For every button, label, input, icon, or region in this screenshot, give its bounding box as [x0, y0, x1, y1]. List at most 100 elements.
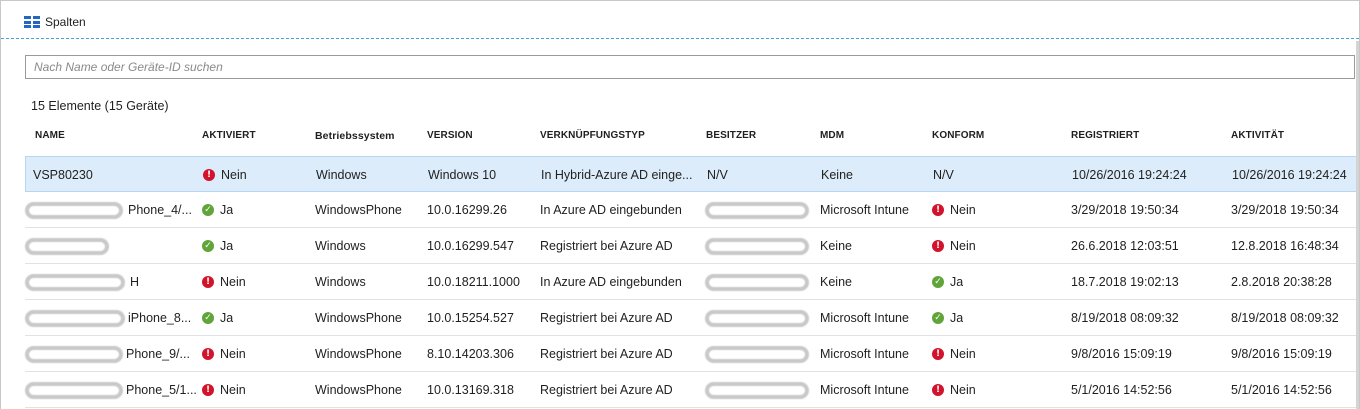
- compliance-status-label: Nein: [950, 383, 976, 397]
- enabled-status-label: Nein: [220, 383, 246, 397]
- error-icon: !: [202, 276, 214, 288]
- checkmark-icon: ✓: [202, 204, 214, 216]
- mdm: Microsoft Intune: [820, 383, 909, 397]
- enabled-status: ! Nein: [203, 157, 247, 193]
- activity-date: 8/19/2018 08:09:32: [1231, 311, 1339, 325]
- redacted-owner: [705, 274, 809, 291]
- vertical-scrollbar[interactable]: [1356, 41, 1359, 409]
- redacted-owner: [705, 238, 809, 255]
- enabled-status: ! Nein: [202, 264, 246, 300]
- table-row[interactable]: H! Nein Windows 10.0.18211.1000 In Azure AD …: [25, 264, 1359, 300]
- columns-button[interactable]: Spalten: [24, 14, 86, 30]
- column-header-join-type[interactable]: VERKNÜPFUNGSTYP: [540, 130, 645, 141]
- device-list-panel: Spalten 15 Elemente (15 Geräte) NAME AKT…: [0, 0, 1360, 409]
- error-icon: !: [202, 384, 214, 396]
- checkmark-icon: ✓: [932, 276, 944, 288]
- table-row[interactable]: VSP80230! Nein Windows Windows 10 In Hybrid-…: [25, 156, 1359, 192]
- redacted-owner: [705, 346, 809, 363]
- os-version: Windows 10: [428, 168, 497, 182]
- table-row[interactable]: Phone_5/1...! Nein WindowsPhone 10.0.13169.…: [25, 372, 1359, 408]
- item-count: 15 Elemente (15 Geräte): [31, 99, 169, 113]
- redacted-name: [25, 310, 125, 327]
- toolbar: Spalten: [1, 1, 1359, 39]
- join-type: Registriert bei Azure AD: [540, 239, 673, 253]
- os-version: 8.10.14203.306: [427, 347, 514, 361]
- join-type: In Hybrid-Azure AD einge...: [541, 168, 693, 182]
- compliance-status-label: N/V: [933, 168, 954, 182]
- activity-date: 9/8/2016 15:09:19: [1231, 347, 1332, 361]
- join-type: In Azure AD eingebunden: [540, 203, 682, 217]
- compliance-status-label: Ja: [950, 311, 964, 325]
- enabled-status-label: Nein: [221, 168, 247, 182]
- os-version: 10.0.16299.26: [427, 203, 507, 217]
- column-header-registered[interactable]: REGISTRIERT: [1071, 130, 1139, 141]
- operating-system: WindowsPhone: [315, 383, 402, 397]
- mdm: Microsoft Intune: [820, 311, 909, 325]
- compliance-status: ✓ Ja: [932, 264, 963, 300]
- activity-date: 12.8.2018 16:48:34: [1231, 239, 1339, 253]
- column-header-enabled[interactable]: AKTIVIERT: [202, 130, 256, 141]
- device-name: Phone_4/...: [128, 203, 192, 217]
- activity-date: 2.8.2018 20:38:28: [1231, 275, 1332, 289]
- error-icon: !: [932, 384, 944, 396]
- mdm: Microsoft Intune: [820, 347, 909, 361]
- device-name: H: [130, 275, 140, 289]
- registered-date: 18.7.2018 19:02:13: [1071, 275, 1179, 289]
- operating-system: Windows: [315, 275, 366, 289]
- enabled-status-label: Ja: [220, 239, 234, 253]
- operating-system: WindowsPhone: [315, 347, 402, 361]
- search-input[interactable]: [25, 55, 1355, 79]
- column-header-owner[interactable]: BESITZER: [706, 130, 756, 141]
- mdm: Keine: [820, 239, 852, 253]
- column-header-version[interactable]: VERSION: [427, 130, 473, 141]
- compliance-status-label: Nein: [950, 239, 976, 253]
- registered-date: 9/8/2016 15:09:19: [1071, 347, 1172, 361]
- table-row[interactable]: iPhone_8... ✓ Ja WindowsPhone 10.0.15254.527…: [25, 300, 1359, 336]
- error-icon: !: [203, 169, 215, 181]
- join-type: Registriert bei Azure AD: [540, 347, 673, 361]
- checkmark-icon: ✓: [932, 312, 944, 324]
- registered-date: 3/29/2018 19:50:34: [1071, 203, 1179, 217]
- enabled-status-label: Nein: [220, 275, 246, 289]
- mdm: Keine: [821, 168, 853, 182]
- os-version: 10.0.16299.547: [427, 239, 514, 253]
- column-header-compliant[interactable]: KONFORM: [932, 130, 984, 141]
- compliance-status-label: Ja: [950, 275, 964, 289]
- column-header-name[interactable]: NAME: [35, 130, 65, 141]
- device-name: Phone_9/...: [126, 347, 190, 361]
- column-header-activity[interactable]: AKTIVITÄT: [1231, 130, 1284, 141]
- enabled-status: ✓ Ja: [202, 300, 233, 336]
- activity-date: 3/29/2018 19:50:34: [1231, 203, 1339, 217]
- enabled-status-label: Nein: [220, 347, 246, 361]
- redacted-name: [25, 202, 123, 219]
- join-type: Registriert bei Azure AD: [540, 311, 673, 325]
- device-name: Phone_5/1...: [126, 383, 196, 397]
- join-type: Registriert bei Azure AD: [540, 383, 673, 397]
- operating-system: WindowsPhone: [315, 311, 402, 325]
- activity-date: 5/1/2016 14:52:56: [1231, 383, 1332, 397]
- columns-button-label: Spalten: [45, 15, 86, 29]
- enabled-status: ✓ Ja: [202, 192, 233, 228]
- compliance-status-label: Nein: [950, 203, 976, 217]
- table-row[interactable]: Phone_9/... ! Nein WindowsPhone 8.10.14203.3…: [25, 336, 1359, 372]
- enabled-status: ! Nein: [202, 372, 246, 408]
- compliance-status: ! Nein: [932, 336, 976, 372]
- table-header: NAME AKTIVIERT Betriebssystem VERSION VE…: [25, 125, 1359, 149]
- column-header-mdm[interactable]: MDM: [820, 130, 844, 141]
- table-row[interactable]: Phone_4/... ✓ Ja WindowsPhone 10.0.16299.26 I…: [25, 192, 1359, 228]
- join-type: In Azure AD eingebunden: [540, 275, 682, 289]
- redacted-name: [25, 274, 125, 291]
- registered-date: 8/19/2018 08:09:32: [1071, 311, 1179, 325]
- compliance-status: N/V: [933, 157, 954, 193]
- os-version: 10.0.18211.1000: [427, 275, 520, 289]
- compliance-status: ! Nein: [932, 228, 976, 264]
- redacted-name: [25, 346, 123, 363]
- error-icon: !: [932, 204, 944, 216]
- compliance-status: ✓ Ja: [932, 300, 963, 336]
- table-row[interactable]: ✓ Ja Windows 10.0.16299.547 Registriert bei …: [25, 228, 1359, 264]
- column-header-os[interactable]: Betriebssystem: [315, 130, 395, 142]
- os-version: 10.0.13169.318: [427, 383, 514, 397]
- columns-icon: [24, 16, 40, 28]
- redacted-owner: [705, 382, 809, 399]
- enabled-status: ✓ Ja: [202, 228, 233, 264]
